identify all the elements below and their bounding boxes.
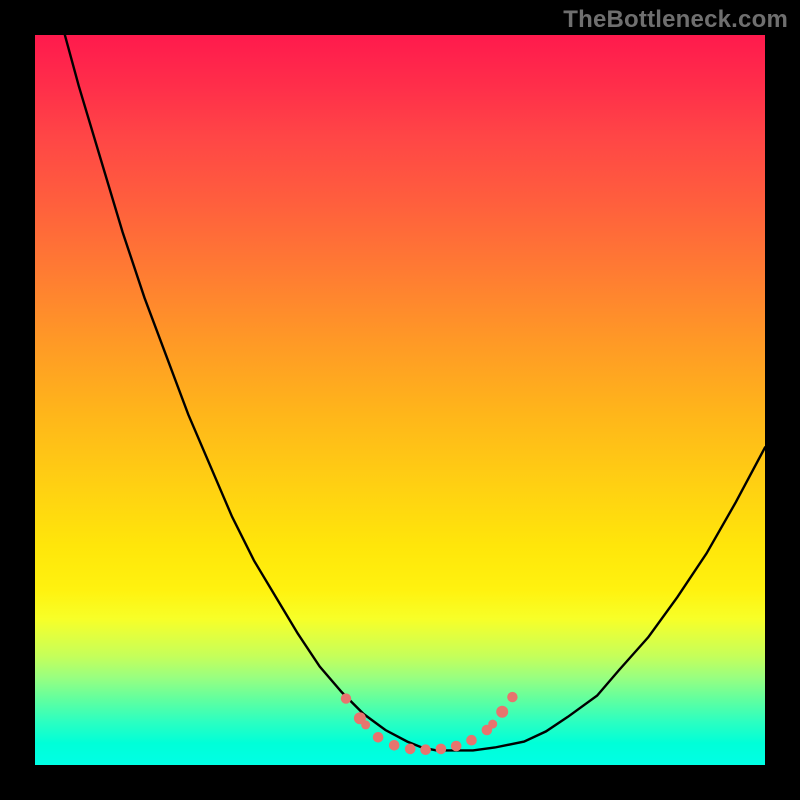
bottom-dot bbox=[466, 735, 477, 746]
bottom-dot bbox=[373, 732, 384, 743]
watermark-text: TheBottleneck.com bbox=[563, 6, 788, 34]
bottom-dots-group bbox=[341, 692, 518, 755]
bottleneck-curve bbox=[35, 0, 765, 750]
bottom-dot bbox=[507, 692, 517, 702]
bottom-dot bbox=[436, 744, 447, 755]
chart-frame: TheBottleneck.com bbox=[0, 0, 800, 800]
bottom-dot bbox=[496, 706, 508, 718]
bottom-dot bbox=[420, 744, 431, 755]
bottom-dot bbox=[488, 720, 497, 729]
bottom-dot bbox=[451, 741, 462, 752]
bottom-dot bbox=[389, 740, 400, 751]
bottom-dot bbox=[361, 720, 370, 729]
bottom-dot bbox=[405, 744, 416, 755]
bottleneck-svg bbox=[35, 35, 765, 765]
plot-area bbox=[35, 35, 765, 765]
bottom-dot bbox=[341, 693, 351, 703]
